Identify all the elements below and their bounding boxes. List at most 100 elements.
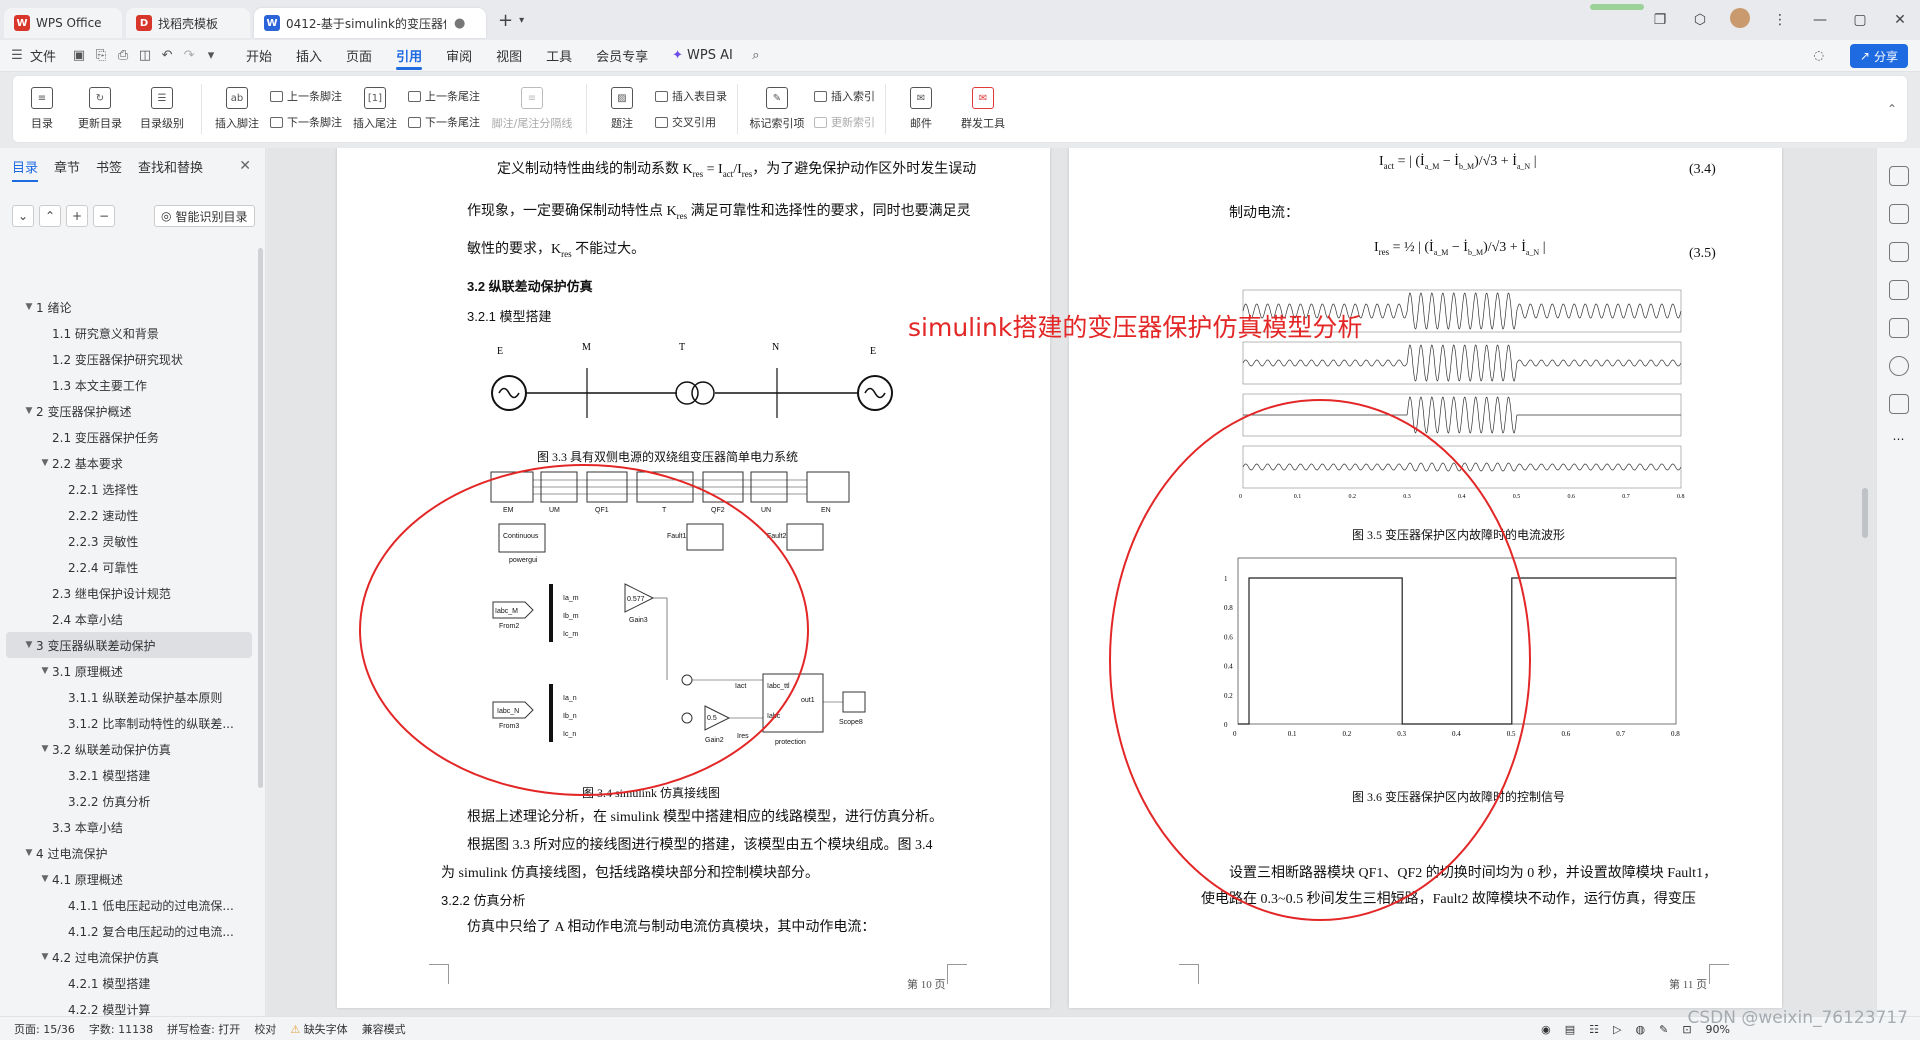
web-view-icon[interactable]: ◍ — [1636, 1023, 1646, 1036]
hamburger-icon[interactable]: ☰ — [6, 48, 28, 63]
proofread[interactable]: 校对 — [254, 1021, 276, 1037]
cursor-icon[interactable] — [1888, 204, 1909, 224]
toc-item[interactable]: 4.2.1 模型搭建 — [0, 970, 258, 996]
search-icon[interactable]: ⌕ — [745, 48, 767, 63]
chevron-down-icon[interactable]: ▼ — [22, 302, 36, 312]
toc-item[interactable]: 1.3 本文主要工作 — [0, 372, 258, 398]
new-tab-icon[interactable]: + — [498, 10, 513, 31]
compat-mode[interactable]: 兼容模式 — [362, 1021, 406, 1037]
pen-icon[interactable] — [1888, 166, 1909, 186]
word-count[interactable]: 字数: 11138 — [89, 1021, 153, 1037]
toc-item[interactable]: 1.2 变压器保护研究现状 — [0, 346, 258, 372]
next-endnote-button[interactable]: 下一条尾注 — [408, 114, 480, 130]
toc-item[interactable]: 2.2.4 可靠性 — [0, 554, 258, 580]
insert-footnote-button[interactable]: ab 插入脚注 — [208, 77, 266, 141]
caption-button[interactable]: ▨ 题注 — [593, 77, 651, 141]
prev-endnote-button[interactable]: 上一条尾注 — [408, 88, 480, 104]
toc-item[interactable]: 2.2.1 选择性 — [0, 476, 258, 502]
update-toc-button[interactable]: ↻ 更新目录 — [71, 77, 129, 141]
toc-item[interactable]: 2.3 继电保护设计规范 — [0, 580, 258, 606]
play-icon[interactable]: ▷ — [1613, 1023, 1621, 1036]
sync-icon[interactable] — [1888, 394, 1909, 414]
toc-item[interactable]: ▼ 3 变压器纵联差动保护 — [6, 632, 252, 658]
chevron-down-icon[interactable]: ▾ — [519, 15, 524, 26]
minus-icon[interactable]: − — [93, 205, 115, 227]
export-icon[interactable]: ⎘ — [90, 48, 112, 63]
toc-button[interactable]: ≡ 目录 — [13, 77, 71, 141]
tab-document[interactable]: W 0412-基于simulink的变压器保... ● — [254, 8, 486, 38]
preview-icon[interactable]: ◫ — [134, 48, 156, 63]
tab-chapters[interactable]: 章节 — [54, 151, 80, 182]
tab-find-replace[interactable]: 查找和替换 — [138, 151, 203, 182]
cross-reference-button[interactable]: 交叉引用 — [655, 114, 727, 130]
menu-review[interactable]: 审阅 — [434, 40, 484, 72]
toc-item[interactable]: ▼ 4.2 过电流保护仿真 — [0, 944, 258, 970]
menu-file[interactable]: 文件 — [28, 40, 68, 72]
eye-icon[interactable]: ◉ — [1541, 1023, 1551, 1036]
menu-page[interactable]: 页面 — [334, 40, 384, 72]
tab-wps-office[interactable]: W WPS Office — [4, 8, 122, 38]
modified-dot-icon[interactable]: ● — [454, 16, 465, 31]
close-icon[interactable]: ✕ — [239, 158, 251, 174]
insert-index-button[interactable]: 插入索引 — [814, 88, 875, 104]
undo-icon[interactable]: ↶ — [156, 48, 178, 63]
more-icon[interactable]: ▾ — [200, 48, 222, 63]
collapse-ribbon-icon[interactable]: ⌃ — [1887, 102, 1897, 116]
toc-item[interactable]: ▼ 3.2 纵联差动保护仿真 — [0, 736, 258, 762]
scrollbar[interactable] — [258, 248, 263, 788]
share-button[interactable]: ↗ 分享 — [1849, 44, 1908, 68]
write-icon[interactable]: ✎ — [1659, 1023, 1668, 1036]
chevron-down-icon[interactable]: ▼ — [22, 640, 36, 650]
chevron-down-icon[interactable]: ▼ — [38, 666, 52, 676]
more-icon[interactable]: ⋯ — [1889, 432, 1909, 452]
spell-check[interactable]: 拼写检查: 打开 — [167, 1021, 240, 1037]
tab-template[interactable]: D 找稻壳模板 — [126, 8, 250, 38]
outline-view-icon[interactable]: ☷ — [1589, 1023, 1599, 1036]
print-icon[interactable]: ⎙ — [112, 48, 134, 63]
toc-item[interactable]: 2.2.2 速动性 — [0, 502, 258, 528]
chevron-down-icon[interactable]: ▼ — [22, 848, 36, 858]
cube-icon[interactable]: ⬡ — [1680, 12, 1720, 28]
avatar[interactable] — [1720, 8, 1760, 32]
menu-view[interactable]: 视图 — [484, 40, 534, 72]
menu-member[interactable]: 会员专享 — [584, 40, 660, 72]
toc-item[interactable]: 2.2.3 灵敏性 — [0, 528, 258, 554]
toc-item[interactable]: 2.4 本章小结 — [0, 606, 258, 632]
chevron-down-icon[interactable]: ▼ — [38, 744, 52, 754]
toc-item[interactable]: 3.3 本章小结 — [0, 814, 258, 840]
menu-icon[interactable]: ⋮ — [1760, 12, 1800, 28]
page-count[interactable]: 页面: 15/36 — [14, 1021, 75, 1037]
toc-item[interactable]: ▼ 4 过电流保护 — [0, 840, 258, 866]
toc-item[interactable]: 4.1.2 复合电压起动的过电流... — [0, 918, 258, 944]
toc-item[interactable]: ▼ 3.1 原理概述 — [0, 658, 258, 684]
chevron-up-icon[interactable]: ⌃ — [39, 205, 61, 227]
mail-button[interactable]: ✉ 邮件 — [892, 77, 950, 141]
close-icon[interactable]: ✕ — [1880, 12, 1920, 28]
save-icon[interactable]: ▣ — [68, 48, 90, 63]
chevron-down-icon[interactable]: ▼ — [38, 458, 52, 468]
tools-icon[interactable] — [1888, 318, 1909, 338]
toc-item[interactable]: ▼ 4.1 原理概述 — [0, 866, 258, 892]
menu-insert[interactable]: 插入 — [284, 40, 334, 72]
redo-icon[interactable]: ↷ — [178, 48, 200, 63]
smart-toc-button[interactable]: ◎ 智能识别目录 — [154, 205, 255, 227]
tab-bookmarks[interactable]: 书签 — [96, 151, 122, 182]
toc-item[interactable]: 3.2.1 模型搭建 — [0, 762, 258, 788]
insert-figure-toc-button[interactable]: 插入表目录 — [655, 88, 727, 104]
toc-item[interactable]: 3.1.1 纵联差动保护基本原则 — [0, 684, 258, 710]
missing-font[interactable]: ⚠ 缺失字体 — [290, 1021, 347, 1037]
toc-item[interactable]: ▼ 2 变压器保护概述 — [0, 398, 258, 424]
menu-references[interactable]: 引用 — [384, 40, 434, 72]
chevron-down-icon[interactable]: ▼ — [22, 406, 36, 416]
toc-item[interactable]: ▼ 1 绪论 — [0, 294, 258, 320]
maximize-icon[interactable]: ▢ — [1840, 12, 1880, 28]
next-footnote-button[interactable]: 下一条脚注 — [270, 114, 342, 130]
toc-item[interactable]: 2.1 变压器保护任务 — [0, 424, 258, 450]
toc-item[interactable]: 1.1 研究意义和背景 — [0, 320, 258, 346]
page-view-icon[interactable]: ▤ — [1565, 1023, 1575, 1036]
image-icon[interactable] — [1888, 280, 1909, 300]
toc-item[interactable]: 3.2.2 仿真分析 — [0, 788, 258, 814]
mass-tool-button[interactable]: ✉ 群发工具 — [950, 77, 1016, 141]
toc-item[interactable]: 3.1.2 比率制动特性的纵联差... — [0, 710, 258, 736]
note-separator-button[interactable]: ≡ 脚注/尾注分隔线 — [484, 77, 580, 141]
